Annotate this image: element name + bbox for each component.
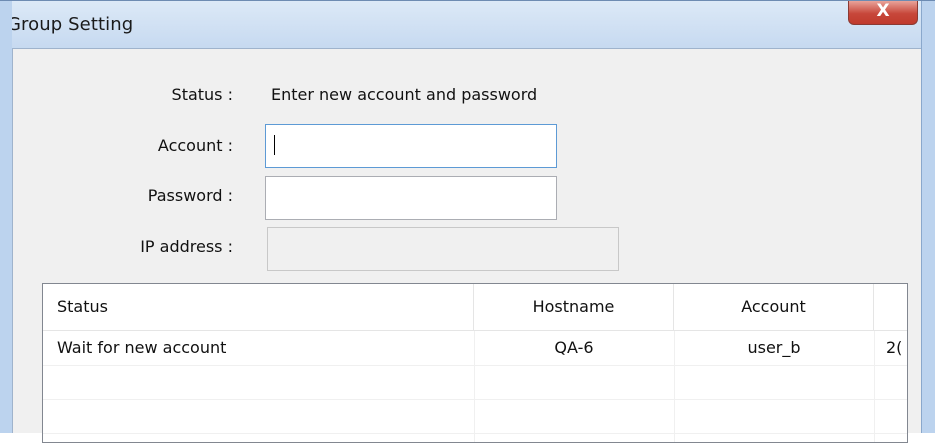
table-cell-hostname[interactable]: QA-6 <box>474 331 674 365</box>
ip-address-input <box>268 228 618 270</box>
window-title: Group Setting <box>7 14 134 35</box>
table-cell-account[interactable]: user_b <box>674 331 874 365</box>
column-header-extra[interactable] <box>874 284 907 330</box>
account-label: Account : <box>157 136 233 155</box>
dialog-body: Status : Enter new account and password … <box>12 48 921 443</box>
ip-address-label: IP address : <box>140 237 233 256</box>
row-divider <box>43 433 907 434</box>
window-frame-right <box>921 1 935 433</box>
table-cell-extra[interactable]: 2( <box>886 331 907 365</box>
column-divider <box>874 331 875 442</box>
status-label: Status : <box>171 85 233 104</box>
close-button[interactable]: X <box>848 1 918 25</box>
window-frame-left <box>0 1 12 433</box>
password-input[interactable] <box>266 177 556 219</box>
password-label: Password : <box>147 186 233 205</box>
row-divider <box>43 399 907 400</box>
account-input[interactable] <box>266 125 556 167</box>
table-cell-status[interactable]: Wait for new account <box>57 331 467 365</box>
password-field[interactable] <box>265 176 557 220</box>
row-divider <box>43 365 907 366</box>
close-icon: X <box>876 1 890 21</box>
column-header-account[interactable]: Account <box>674 284 874 330</box>
text-caret <box>274 135 275 155</box>
ip-address-field <box>267 227 619 271</box>
title-bar[interactable]: Group Setting X <box>0 1 935 49</box>
status-value: Enter new account and password <box>271 85 538 104</box>
column-header-hostname[interactable]: Hostname <box>474 284 674 330</box>
group-setting-dialog: Group Setting X Status : Enter new accou… <box>0 0 935 443</box>
group-list-table[interactable]: Status Hostname Account Wait for new acc… <box>42 283 908 443</box>
account-field[interactable] <box>265 124 557 168</box>
column-header-status[interactable]: Status <box>43 284 474 330</box>
